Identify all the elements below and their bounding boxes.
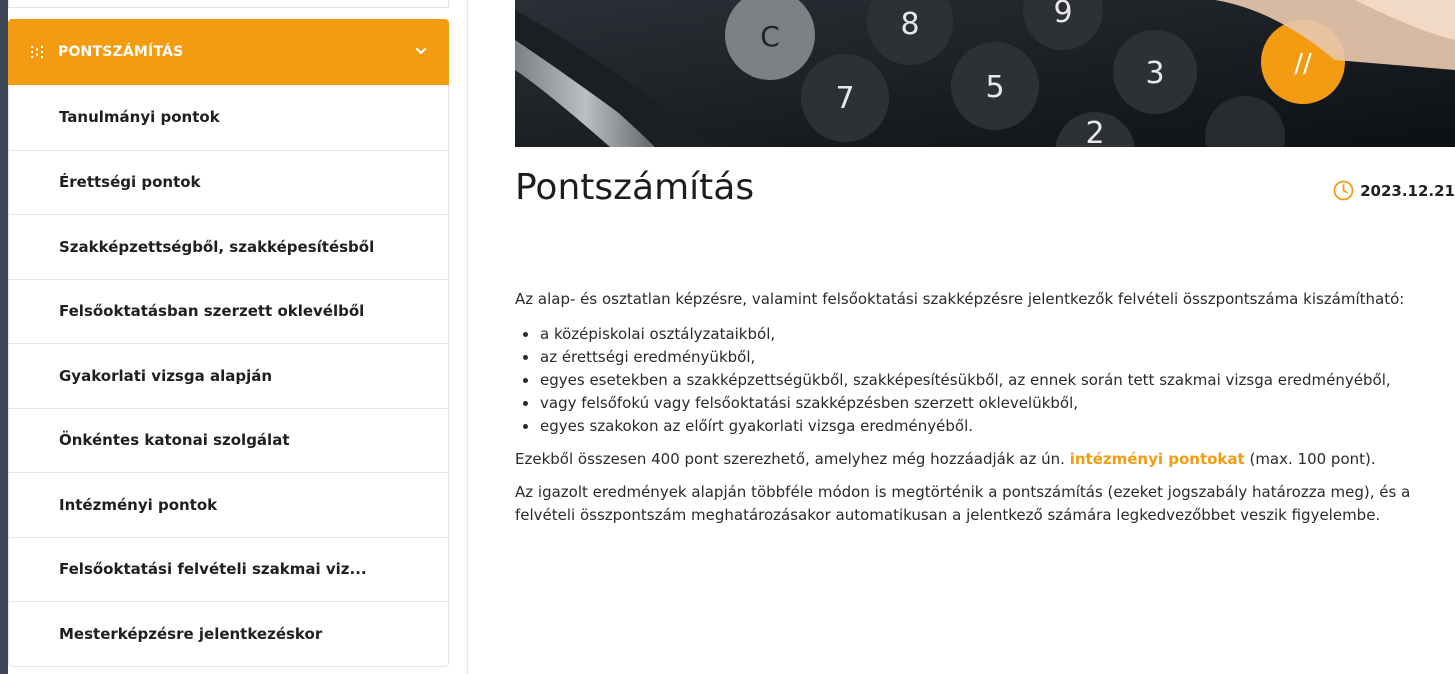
- list-item: egyes esetekben a szakképzettségükből, s…: [515, 369, 1450, 392]
- key-label: 8: [900, 7, 919, 42]
- intro-paragraph: Az alap- és osztatlan képzésre, valamint…: [515, 290, 1405, 308]
- points-paragraph: Ezekből összesen 400 pont szerezhető, am…: [515, 448, 1450, 471]
- sidebar-item-intezmenyi-pontok[interactable]: Intézményi pontok: [9, 472, 448, 537]
- points-text: Ezekből összesen 400 pont szerezhető, am…: [515, 450, 1065, 468]
- sidebar-item-label: Felsőoktatásban szerzett oklevélből: [59, 302, 365, 321]
- list-item: egyes szakokon az előírt gyakorlati vizs…: [515, 415, 1450, 438]
- key-label: 3: [1145, 56, 1164, 91]
- clock-icon: [1333, 180, 1354, 201]
- sidebar-item-label: Felsőoktatási felvételi szakmai viz...: [59, 560, 367, 579]
- sidebar-item-erettsegi-pontok[interactable]: Érettségi pontok: [9, 149, 448, 215]
- key-label: 5: [985, 70, 1004, 105]
- bullet-list: a középiskolai osztályzataikból, az éret…: [515, 323, 1450, 438]
- page-title: Pontszámítás: [515, 167, 755, 208]
- list-item: vagy felsőfokú vagy felsőoktatási szakké…: [515, 392, 1450, 415]
- calculator-photo: C 8 9 7 5 3 2 //: [515, 0, 1455, 147]
- sidebar-item-label: Tanulmányi pontok: [59, 108, 220, 127]
- key-label: 9: [1053, 0, 1072, 30]
- intezmenyi-pontok-link[interactable]: intézményi pontokat: [1070, 450, 1245, 468]
- sidebar-item-label: Intézményi pontok: [59, 495, 218, 514]
- sidebar-item-label: Önkéntes katonai szolgálat: [59, 431, 290, 450]
- grid-dots-icon: [31, 46, 43, 58]
- list-item: az érettségi eredményükből,: [515, 346, 1450, 369]
- sidebar-item-label: Érettségi pontok: [59, 173, 201, 192]
- key-label: 2: [1085, 116, 1104, 147]
- sidebar-item-mesterkepzes[interactable]: Mesterképzésre jelentkezéskor: [9, 601, 448, 666]
- sidebar-item-gyakorlati-vizsga[interactable]: Gyakorlati vizsga alapján: [9, 343, 448, 408]
- sidebar-item-felsooktatasi-oklevel[interactable]: Felsőoktatásban szerzett oklevélből: [9, 278, 448, 344]
- sidebar: PONTSZÁMÍTÁS Tanulmányi pontok Érettségi…: [8, 0, 449, 674]
- date-value: 2023.12.21: [1360, 181, 1455, 200]
- pontszamitas-section-toggle[interactable]: PONTSZÁMÍTÁS: [8, 19, 449, 85]
- points-text-after: (max. 100 pont).: [1249, 450, 1376, 468]
- sidebar-item-felveteli-szakmai-vizsga[interactable]: Felsőoktatási felvételi szakmai viz...: [9, 536, 448, 602]
- publish-date: 2023.12.21: [1333, 180, 1455, 201]
- key-label: 7: [835, 81, 854, 116]
- sidebar-item-label: Gyakorlati vizsga alapján: [59, 366, 273, 385]
- sidebar-item-onkentes-katonai[interactable]: Önkéntes katonai szolgálat: [9, 407, 448, 473]
- calculation-paragraph: Az igazolt eredmények alapján többféle m…: [515, 483, 1411, 524]
- key-label: //: [1294, 49, 1312, 79]
- sidebar-item-label: Mesterképzésre jelentkezéskor: [59, 624, 323, 643]
- sidebar-top-card: [8, 0, 449, 8]
- key-label: C: [760, 20, 780, 53]
- sidebar-item-label: Szakképzettségből, szakképesítésből: [59, 237, 375, 256]
- sidebar-menu: Tanulmányi pontok Érettségi pontok Szakk…: [8, 85, 449, 667]
- list-item: a középiskolai osztályzataikból,: [515, 323, 1450, 346]
- chevron-down-icon: [415, 47, 427, 55]
- sidebar-item-tanulmanyi-pontok[interactable]: Tanulmányi pontok: [9, 85, 448, 150]
- column-divider: [467, 0, 468, 674]
- article-body: Az alap- és osztatlan képzésre, valamint…: [515, 288, 1450, 537]
- sidebar-item-szakkepzettseg[interactable]: Szakképzettségből, szakképesítésből: [9, 214, 448, 279]
- section-title: PONTSZÁMÍTÁS: [58, 44, 184, 60]
- hero-image-calculator: C 8 9 7 5 3 2 //: [515, 0, 1455, 147]
